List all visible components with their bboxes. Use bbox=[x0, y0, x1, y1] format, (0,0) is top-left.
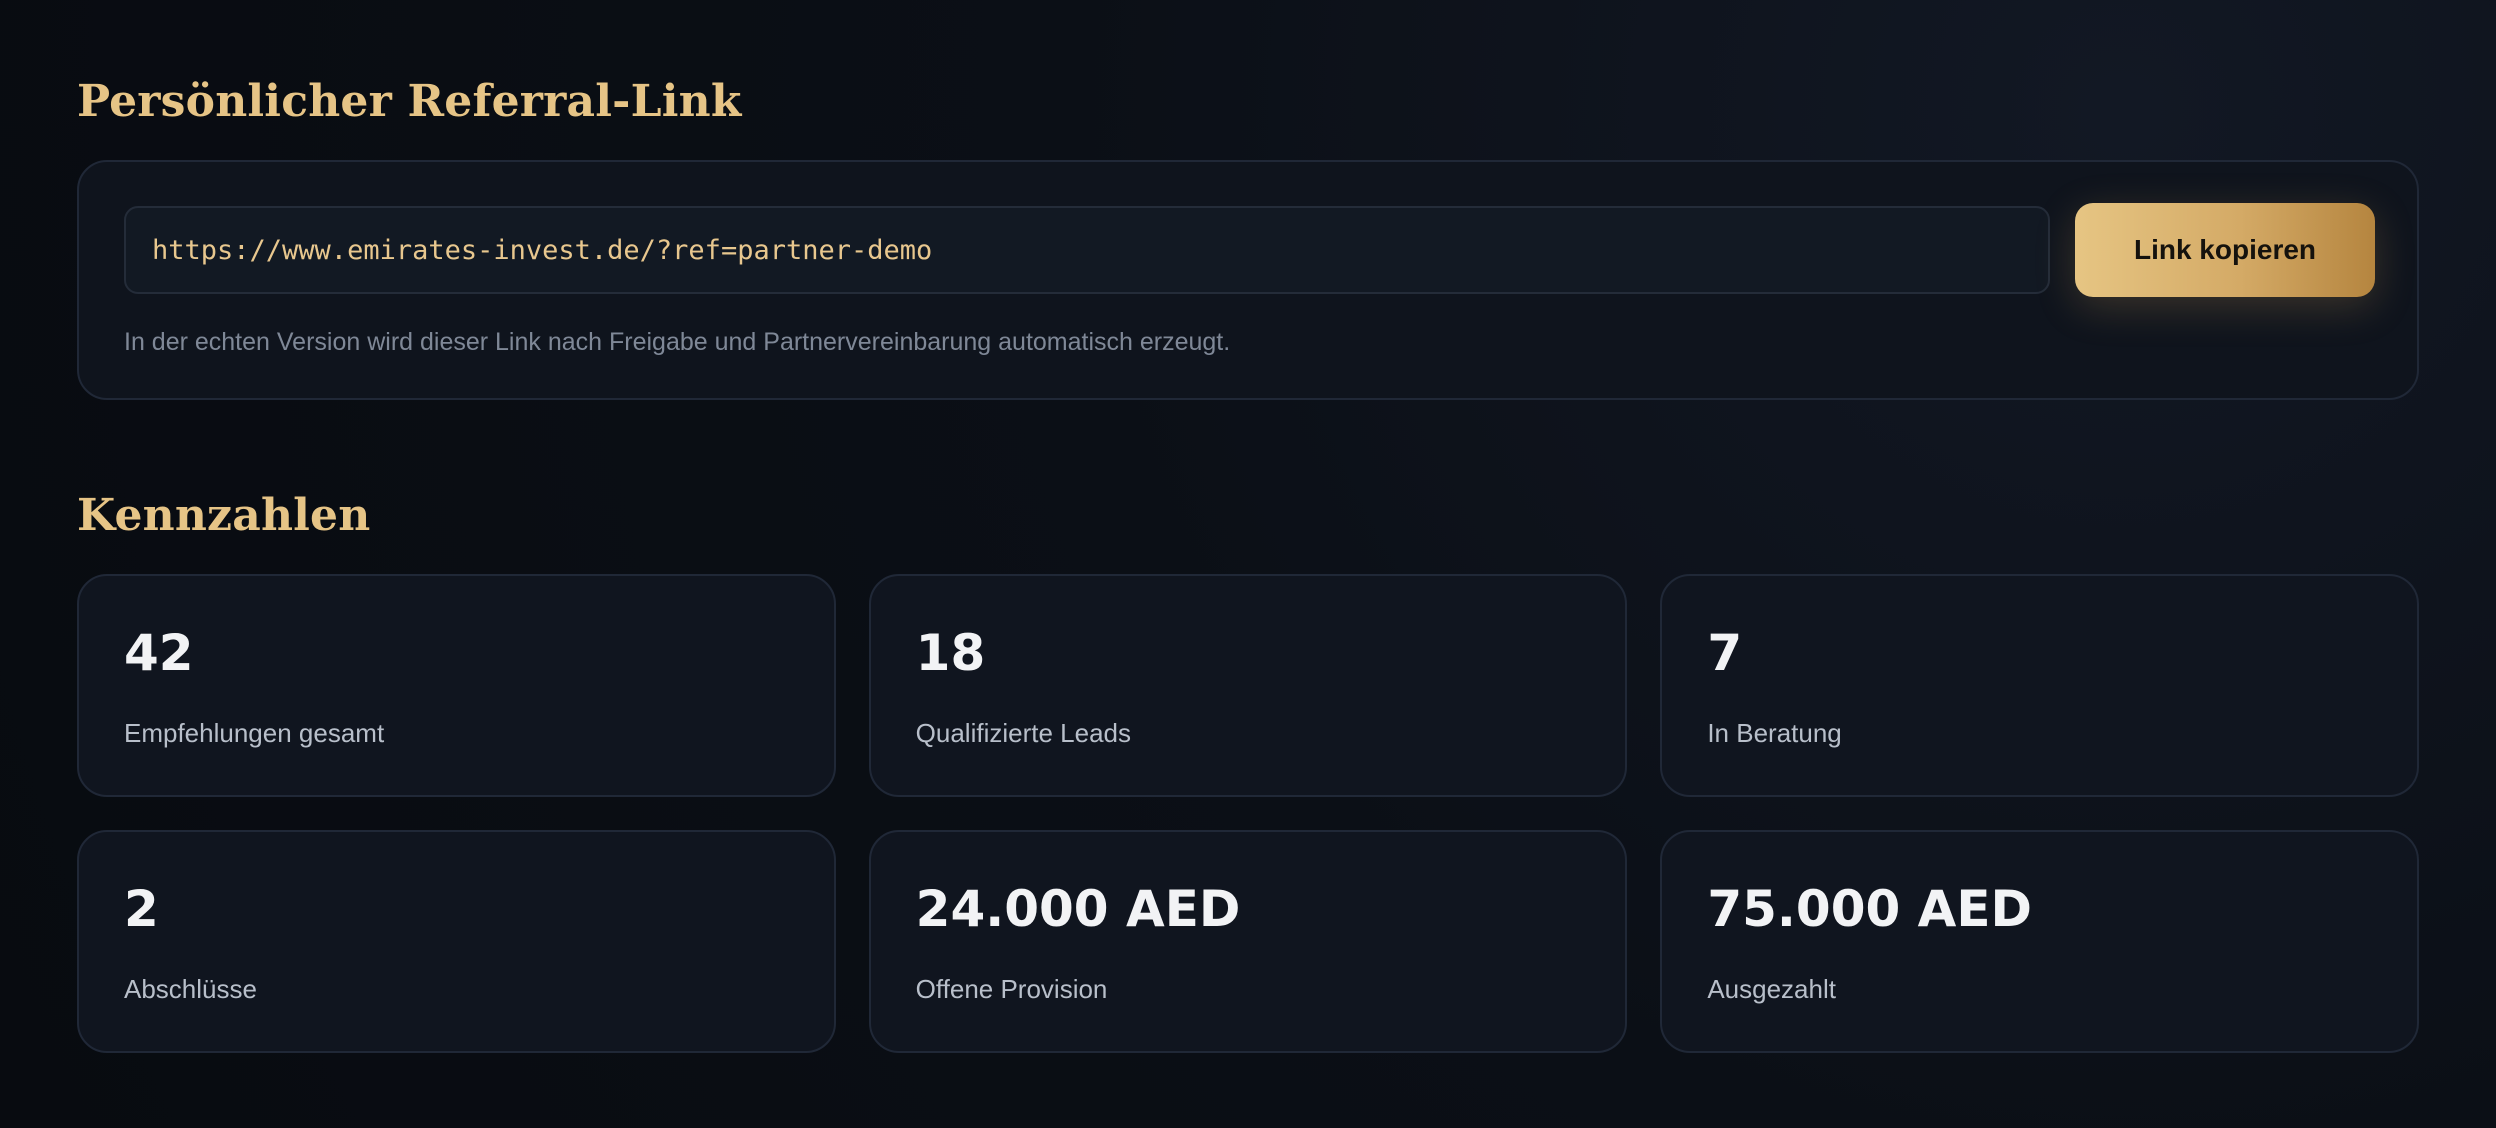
stat-value: 42 bbox=[124, 624, 194, 682]
stat-value: 75.000 AED bbox=[1707, 880, 2033, 938]
stat-value: 18 bbox=[915, 624, 986, 682]
stat-card-paid-out: 75.000 AED Ausgezahlt bbox=[1660, 830, 2419, 1053]
referral-link-hint: In der echten Version wird dieser Link n… bbox=[124, 328, 1231, 356]
stat-value: 24.000 AED bbox=[915, 880, 1241, 938]
stat-card-closings: 2 Abschlüsse bbox=[77, 830, 836, 1053]
stat-card-total-referrals: 42 Empfehlungen gesamt bbox=[77, 574, 836, 797]
stat-label: In Beratung bbox=[1707, 718, 1842, 748]
partner-dashboard: Persönlicher Referral-Link Link kopieren… bbox=[77, 0, 2419, 1128]
referral-link-card: Link kopieren In der echten Version wird… bbox=[77, 160, 2419, 400]
referral-section-title: Persönlicher Referral-Link bbox=[77, 76, 742, 127]
stat-label: Ausgezahlt bbox=[1707, 974, 1836, 1004]
stat-label: Qualifizierte Leads bbox=[915, 718, 1131, 748]
stats-grid: 42 Empfehlungen gesamt 18 Qualifizierte … bbox=[77, 574, 2419, 1053]
stat-card-open-commission: 24.000 AED Offene Provision bbox=[868, 830, 1628, 1053]
referral-link-input[interactable] bbox=[124, 206, 2050, 294]
stat-label: Abschlüsse bbox=[124, 974, 257, 1004]
stat-value: 7 bbox=[1707, 624, 1743, 682]
stat-value: 2 bbox=[124, 880, 159, 938]
stat-label: Offene Provision bbox=[915, 974, 1108, 1004]
stats-section-title: Kennzahlen bbox=[77, 490, 371, 541]
stat-label: Empfehlungen gesamt bbox=[124, 718, 385, 748]
copy-link-button[interactable]: Link kopieren bbox=[2075, 203, 2375, 297]
stat-card-in-consultation: 7 In Beratung bbox=[1660, 574, 2419, 797]
stat-card-qualified-leads: 18 Qualifizierte Leads bbox=[868, 574, 1628, 797]
